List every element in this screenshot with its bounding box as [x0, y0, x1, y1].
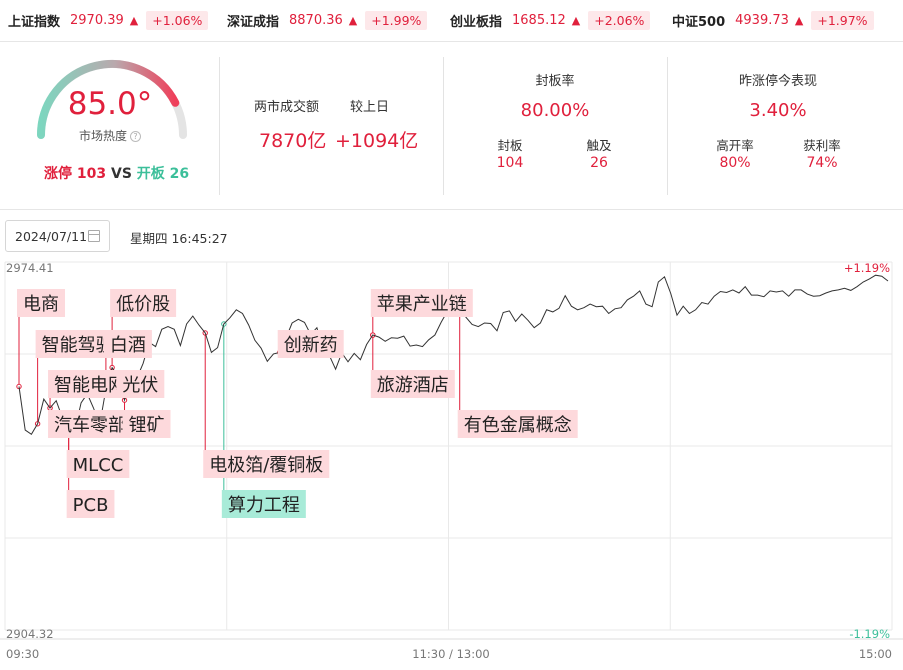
ticker-chinext[interactable]: 创业板指 1685.12 ▲ +2.06% — [450, 10, 651, 30]
panel-divider — [443, 57, 444, 195]
sector-tag-label: 电极箔/覆铜板 — [209, 455, 323, 476]
ticker-sz-component[interactable]: 深证成指 8870.36 ▲ +1.99% — [227, 10, 428, 30]
ticker-name: 创业板指 — [450, 14, 503, 30]
up-arrow-icon: ▲ — [348, 13, 358, 27]
heat-value: 85.0° — [67, 86, 153, 122]
sector-tag-label: 有色金属概念 — [464, 414, 572, 436]
open-board-label: 开板 — [136, 166, 165, 182]
sector-tag-label: 锂矿 — [129, 415, 165, 436]
sector-tag-label: 光伏 — [122, 375, 158, 396]
limit-up-label: 涨停 — [44, 166, 72, 182]
sector-tag[interactable]: 锂矿 — [122, 410, 171, 438]
turnover-delta: +1094亿 — [335, 130, 419, 152]
sector-tag[interactable]: 电极箔/覆铜板 — [203, 450, 330, 478]
index-ticker-bar: 上证指数 2970.39 ▲ +1.06% 深证成指 8870.36 ▲ +1.… — [0, 0, 903, 42]
ticker-change-badge: +1.99% — [365, 10, 428, 30]
turnover-value: 7870亿 — [259, 130, 327, 152]
y-top-label: 2974.41 — [6, 261, 54, 275]
turnover-label: 两市成交额 — [254, 100, 320, 115]
panel-divider — [219, 57, 220, 195]
sector-tag[interactable]: 光伏 — [116, 370, 165, 398]
sector-tag-label: 白酒 — [110, 335, 146, 356]
ticker-name: 中证500 — [672, 14, 726, 30]
sector-tag[interactable]: 创新药 — [277, 330, 344, 358]
high-open-label: 高开率 — [716, 138, 754, 153]
sector-tag-label: MLCC — [73, 455, 124, 476]
sealed-label: 封板 — [497, 138, 523, 153]
up-arrow-icon: ▲ — [571, 13, 581, 27]
touched-value: 26 — [590, 155, 608, 171]
sector-tag-label: 算力工程 — [228, 495, 300, 516]
ticker-name: 上证指数 — [8, 14, 61, 30]
ticker-price: 4939.73 — [735, 12, 789, 28]
ticker-price: 1685.12 — [512, 12, 566, 28]
section-divider — [0, 209, 903, 210]
turnover-compare-label: 较上日 — [350, 100, 390, 115]
ticker-change-badge: +1.97% — [811, 10, 874, 30]
ticker-csi500[interactable]: 中证500 4939.73 ▲ +1.97% — [672, 10, 874, 30]
x-label-close: 15:00 — [859, 647, 892, 661]
limit-up-vs-open: 涨停 103 VS 开板 26 — [44, 163, 189, 183]
open-board-count: 26 — [169, 166, 190, 182]
sector-tag-label: PCB — [73, 495, 109, 516]
pct-top-label: +1.19% — [844, 261, 890, 275]
sector-tag-label: 创新药 — [284, 335, 338, 356]
touched-label: 触及 — [586, 138, 612, 153]
sector-tag[interactable]: 苹果产业链 — [370, 289, 473, 317]
sector-annotations: 电商智能驾驶白酒低价股智能电网光伏汽车零部件锂矿MLCCPCB电极箔/覆铜板算力… — [17, 289, 578, 518]
date-picker[interactable]: 2024/07/11 — [5, 220, 110, 252]
yesterday-rate: 3.40% — [749, 100, 807, 121]
intraday-chart[interactable]: 电商智能驾驶白酒低价股智能电网光伏汽车零部件锂矿MLCCPCB电极箔/覆铜板算力… — [0, 258, 903, 670]
profit-label: 获利率 — [803, 138, 841, 153]
heat-label-row: 市场热度? — [70, 127, 150, 144]
sector-tag-label: 电商 — [23, 294, 59, 315]
ticker-sh-composite[interactable]: 上证指数 2970.39 ▲ +1.06% — [8, 10, 209, 30]
y-bottom-label: 2904.32 — [6, 627, 54, 641]
yesterday-title: 昨涨停今表现 — [738, 74, 817, 89]
seal-rate-value: 80.00% — [520, 100, 590, 121]
ticker-price: 8870.36 — [289, 12, 343, 28]
up-arrow-icon: ▲ — [794, 13, 804, 27]
sealed-value: 104 — [496, 155, 524, 171]
sector-tag[interactable]: 电商 — [17, 289, 65, 317]
x-label-open: 09:30 — [6, 647, 39, 661]
sector-tag-label: 苹果产业链 — [377, 294, 467, 315]
chart-grid — [0, 261, 903, 640]
ticker-name: 深证成指 — [227, 14, 280, 30]
high-open-value: 80% — [719, 155, 751, 171]
profit-value: 74% — [806, 155, 838, 171]
pct-bottom-label: -1.19% — [849, 627, 890, 641]
ticker-change-badge: +2.06% — [588, 10, 651, 30]
sector-tag-label: 低价股 — [116, 294, 170, 315]
question-circle-icon[interactable]: ? — [130, 131, 141, 142]
panel-divider — [667, 57, 668, 195]
sector-tag-label: 旅游酒店 — [377, 375, 449, 396]
sector-tag[interactable]: 低价股 — [110, 289, 177, 317]
limit-up-count: 103 — [76, 166, 107, 182]
calendar-icon[interactable] — [88, 230, 100, 242]
sector-tag[interactable]: 白酒 — [103, 330, 152, 358]
up-arrow-icon: ▲ — [129, 13, 139, 27]
sector-tag[interactable]: 算力工程 — [221, 490, 306, 518]
x-label-midday: 11:30 / 13:00 — [412, 647, 489, 661]
ticker-price: 2970.39 — [70, 12, 124, 28]
sector-tag[interactable]: PCB — [66, 490, 115, 518]
sector-tag-label: 智能驾驶 — [42, 335, 114, 356]
sector-tag-label: 智能电网 — [54, 375, 126, 396]
sector-tag[interactable]: 有色金属概念 — [457, 410, 578, 438]
heat-label: 市场热度 — [78, 129, 127, 143]
weekday-time: 星期四 16:45:27 — [130, 231, 228, 246]
seal-rate-title: 封板率 — [535, 74, 575, 89]
vs-label: VS — [110, 166, 132, 182]
date-value: 2024/07/11 — [15, 229, 88, 244]
sector-tag[interactable]: MLCC — [66, 450, 130, 478]
ticker-change-badge: +1.06% — [146, 10, 209, 30]
sector-tag[interactable]: 旅游酒店 — [370, 370, 455, 398]
